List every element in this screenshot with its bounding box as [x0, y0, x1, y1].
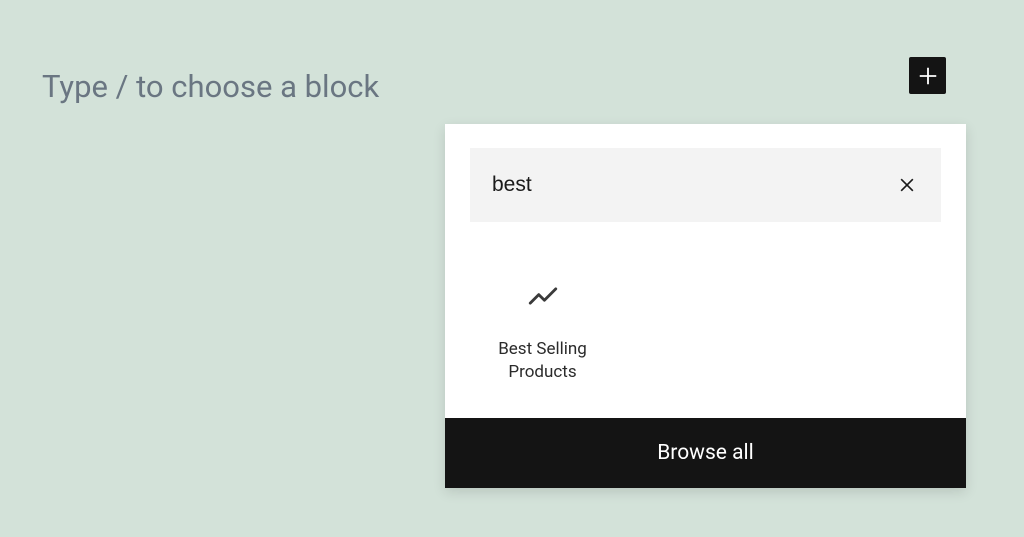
add-block-button[interactable] — [909, 57, 946, 94]
trend-line-icon — [525, 278, 561, 314]
plus-icon — [917, 65, 939, 87]
inserter-search-row — [470, 148, 941, 222]
clear-search-button[interactable] — [895, 173, 919, 197]
inserter-search-input[interactable] — [492, 173, 895, 197]
inserter-results: Best Selling Products — [445, 222, 966, 418]
block-item-best-selling-products[interactable]: Best Selling Products — [465, 260, 620, 398]
block-item-label: Best Selling Products — [473, 338, 612, 384]
block-placeholder-text[interactable]: Type / to choose a block — [42, 68, 379, 105]
browse-all-button[interactable]: Browse all — [445, 418, 966, 488]
block-inserter-popover: Best Selling Products Browse all — [445, 124, 966, 488]
close-icon — [897, 175, 917, 195]
